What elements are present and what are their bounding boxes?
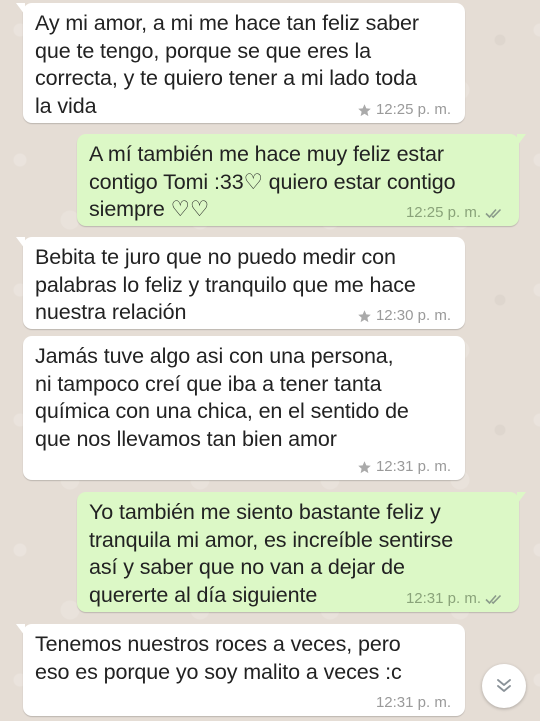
star-icon (358, 103, 371, 116)
message-text: Tenemos nuestros roces a veces, pero eso… (35, 632, 402, 684)
bubble-tail (16, 624, 25, 636)
bubble-tail (517, 134, 526, 146)
star-icon (358, 460, 371, 473)
star-icon (358, 309, 371, 322)
message-time: 12:31 p. m. (375, 458, 451, 475)
message-time: 12:25 p. m. (405, 204, 481, 221)
message-meta: 12:25 p. m. (406, 204, 505, 222)
message-bubble-incoming[interactable]: Bebita te juro que no puedo medir con pa… (16, 237, 465, 329)
bubble-tail (517, 492, 526, 504)
message-meta: 12:31 p. m. (357, 458, 451, 476)
message-bubble-incoming[interactable]: Jamás tuve algo asi con una persona, ni … (23, 336, 465, 480)
message-time: 12:30 p. m. (375, 307, 451, 324)
scroll-to-bottom-button[interactable] (482, 664, 526, 708)
message-meta: 12:31 p. m. (406, 590, 505, 608)
bubble-tail (16, 3, 25, 15)
message-meta: 12:30 p. m. (357, 307, 451, 325)
message-meta: 12:31 p. m. (376, 694, 451, 712)
message-time: 12:31 p. m. (405, 590, 481, 607)
message-bubble-incoming[interactable]: Ay mi amor, a mi me hace tan feliz saber… (16, 3, 465, 123)
message-bubble-outgoing[interactable]: A mí también me hace muy feliz estar con… (77, 134, 526, 226)
double-check-icon (485, 594, 502, 605)
message-bubble-incoming[interactable]: Tenemos nuestros roces a veces, pero eso… (16, 624, 465, 716)
message-text: Jamás tuve algo asi con una persona, ni … (35, 344, 409, 451)
chat-conversation[interactable]: Ay mi amor, a mi me hace tan feliz saber… (0, 0, 540, 721)
bubble-tail (16, 237, 25, 249)
message-meta: 12:25 p. m. (357, 101, 451, 119)
message-time: 12:25 p. m. (375, 101, 451, 118)
message-bubble-outgoing[interactable]: Yo también me siento bastante feliz y tr… (77, 492, 526, 612)
message-time: 12:31 p. m. (375, 694, 451, 711)
double-chevron-down-icon (497, 679, 511, 692)
double-check-icon (485, 208, 502, 219)
